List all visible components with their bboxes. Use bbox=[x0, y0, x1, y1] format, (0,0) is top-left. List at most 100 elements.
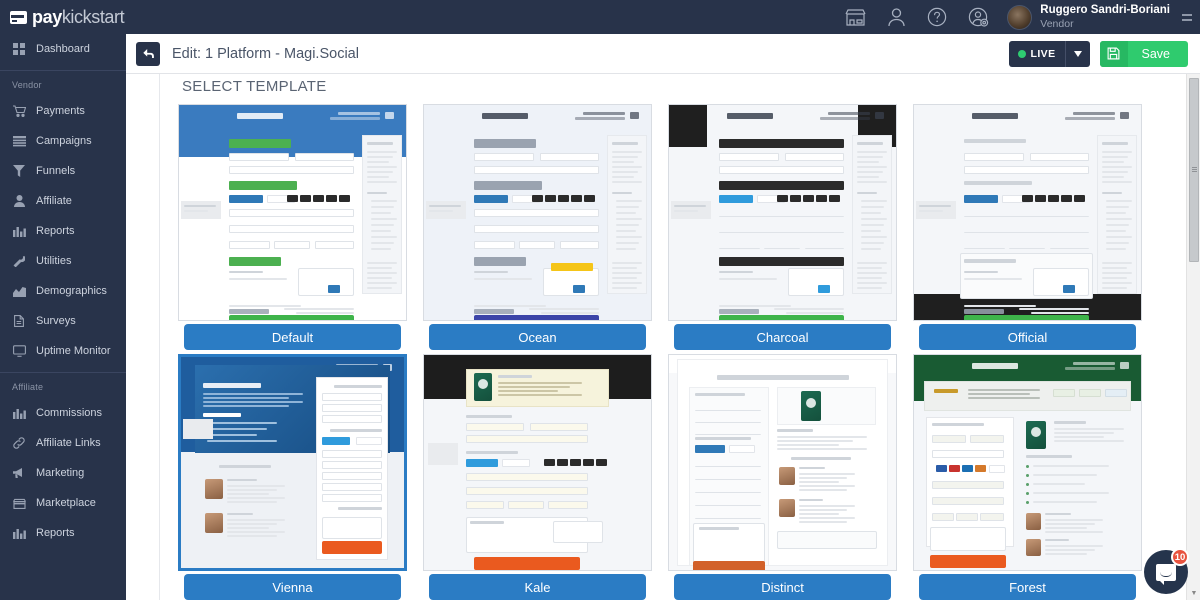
sidebar-item-label: Utilities bbox=[36, 255, 72, 267]
sidebar-item-vendor-uptime-monitor[interactable]: Uptime Monitor bbox=[0, 336, 126, 366]
page-header: Edit: 1 Platform - Magi.Social LIVE Save bbox=[126, 34, 1200, 74]
card-icon bbox=[10, 10, 27, 24]
brand-pay: pay bbox=[32, 6, 62, 27]
thumb-logo bbox=[727, 113, 773, 119]
template-card[interactable]: Official bbox=[905, 104, 1150, 350]
grid-icon bbox=[12, 43, 26, 55]
person-icon bbox=[12, 195, 26, 207]
template-thumbnail[interactable] bbox=[178, 104, 407, 321]
thumb-side-column bbox=[607, 135, 647, 294]
thumb-guarantee-badge bbox=[181, 201, 221, 219]
template-name: Vienna bbox=[272, 579, 313, 595]
sidebar-item-label: Demographics bbox=[36, 285, 107, 297]
chat-bubble-icon bbox=[1156, 563, 1176, 585]
chat-unread-badge: 10 bbox=[1171, 548, 1189, 566]
template-thumbnail[interactable] bbox=[668, 354, 897, 571]
back-arrow-icon[interactable] bbox=[136, 41, 160, 66]
sidebar-item-label: Surveys bbox=[36, 315, 76, 327]
template-thumbnail[interactable] bbox=[178, 354, 407, 571]
sidebar-item-label: Payments bbox=[36, 105, 85, 117]
template-label-ocean[interactable]: Ocean bbox=[429, 324, 646, 350]
template-label-vienna[interactable]: Vienna bbox=[184, 574, 401, 600]
sidebar-item-dashboard[interactable]: Dashboard bbox=[0, 34, 126, 64]
sidebar-item-label: Commissions bbox=[36, 407, 103, 419]
template-card[interactable]: Default bbox=[170, 104, 415, 350]
wrench-icon bbox=[12, 255, 26, 267]
avatar bbox=[1007, 4, 1033, 30]
template-label-default[interactable]: Default bbox=[184, 324, 401, 350]
save-button-label: Save bbox=[1141, 46, 1171, 61]
template-card[interactable]: Distinct bbox=[660, 354, 905, 600]
sidebar-item-vendor-payments[interactable]: Payments bbox=[0, 96, 126, 126]
sidebar-group-heading: Vendor bbox=[12, 80, 42, 90]
status-dropdown[interactable]: LIVE bbox=[1008, 40, 1090, 67]
sidebar-item-affiliate-marketing[interactable]: Marketing bbox=[0, 458, 126, 488]
link-icon bbox=[12, 437, 26, 449]
help-icon[interactable] bbox=[926, 6, 948, 28]
template-label-charcoal[interactable]: Charcoal bbox=[674, 324, 891, 350]
sidebar-nav: Dashboard Vendor Payments Campaigns Funnels A… bbox=[0, 34, 126, 548]
vertical-scrollbar[interactable]: ▲ ▼ bbox=[1186, 74, 1200, 600]
template-label-distinct[interactable]: Distinct bbox=[674, 574, 891, 600]
top-bar: paykickstart Ruggero Sandri-Boriani Vend… bbox=[0, 0, 1200, 34]
thumb-preview bbox=[914, 105, 1141, 320]
template-thumbnail[interactable] bbox=[668, 104, 897, 321]
thumb-preview bbox=[669, 355, 896, 570]
status-badge: LIVE bbox=[1009, 41, 1065, 67]
marketplace-icon[interactable] bbox=[844, 6, 866, 28]
sidebar-item-label: Affiliate bbox=[36, 195, 72, 207]
template-thumbnail[interactable] bbox=[913, 354, 1142, 571]
sidebar-item-affiliate-marketplace[interactable]: Marketplace bbox=[0, 488, 126, 518]
sidebar-item-vendor-demographics[interactable]: Demographics bbox=[0, 276, 126, 306]
monitor-icon bbox=[12, 345, 26, 357]
template-card[interactable]: Charcoal bbox=[660, 104, 905, 350]
template-label-official[interactable]: Official bbox=[919, 324, 1136, 350]
area-chart-icon bbox=[12, 286, 26, 297]
thumb-logo bbox=[482, 113, 528, 119]
sidebar-item-label: Funnels bbox=[36, 165, 76, 177]
user-menu[interactable]: Ruggero Sandri-Boriani Vendor bbox=[993, 4, 1182, 30]
template-label-kale[interactable]: Kale bbox=[429, 574, 646, 600]
sidebar-item-vendor-utilities[interactable]: Utilities bbox=[0, 246, 126, 276]
template-thumbnail[interactable] bbox=[423, 104, 652, 321]
user-icon[interactable] bbox=[885, 6, 907, 28]
brand-text: paykickstart bbox=[32, 6, 125, 28]
sidebar-item-label: Marketplace bbox=[36, 497, 96, 509]
content-left-rail bbox=[126, 74, 160, 600]
user-settings-icon[interactable] bbox=[967, 6, 989, 28]
sidebar-item-vendor-surveys[interactable]: Surveys bbox=[0, 306, 126, 336]
sidebar-item-affiliate-commissions[interactable]: Commissions bbox=[0, 398, 126, 428]
template-card[interactable]: Kale bbox=[415, 354, 660, 600]
template-card[interactable]: Forest bbox=[905, 354, 1150, 600]
thumb-side-column bbox=[852, 135, 892, 294]
template-thumbnail[interactable] bbox=[423, 354, 652, 571]
template-label-forest[interactable]: Forest bbox=[919, 574, 1136, 600]
sidebar-item-vendor-funnels[interactable]: Funnels bbox=[0, 156, 126, 186]
top-bar-icon-group bbox=[844, 6, 993, 28]
template-card[interactable]: Vienna bbox=[170, 354, 415, 600]
brand-logo[interactable]: paykickstart bbox=[0, 0, 126, 34]
document-icon bbox=[12, 315, 26, 327]
sidebar-item-affiliate-affiliate-links[interactable]: Affiliate Links bbox=[0, 428, 126, 458]
template-thumbnail[interactable] bbox=[913, 104, 1142, 321]
hamburger-icon[interactable] bbox=[1182, 11, 1200, 24]
thumb-guarantee-badge bbox=[916, 201, 956, 219]
status-label: LIVE bbox=[1030, 47, 1056, 60]
sidebar-item-vendor-affiliate[interactable]: Affiliate bbox=[0, 186, 126, 216]
sidebar-item-affiliate-reports[interactable]: Reports bbox=[0, 518, 126, 548]
chat-widget-button[interactable]: 10 bbox=[1144, 548, 1189, 594]
template-card[interactable]: Ocean bbox=[415, 104, 660, 350]
sidebar-item-vendor-reports[interactable]: Reports bbox=[0, 216, 126, 246]
template-name: Distinct bbox=[761, 579, 804, 595]
scroll-down-arrow-icon[interactable]: ▼ bbox=[1187, 586, 1200, 600]
thumb-logo bbox=[237, 113, 283, 119]
template-name: Official bbox=[1007, 329, 1048, 345]
thumb-logo bbox=[972, 113, 1018, 119]
save-button[interactable]: Save bbox=[1099, 40, 1188, 67]
chevron-down-icon[interactable] bbox=[1064, 40, 1090, 67]
layers-icon bbox=[12, 135, 26, 147]
bar-chart-icon bbox=[12, 225, 26, 237]
status-dot-icon bbox=[1017, 49, 1026, 58]
scrollbar-thumb[interactable] bbox=[1189, 78, 1199, 262]
sidebar-item-vendor-campaigns[interactable]: Campaigns bbox=[0, 126, 126, 156]
